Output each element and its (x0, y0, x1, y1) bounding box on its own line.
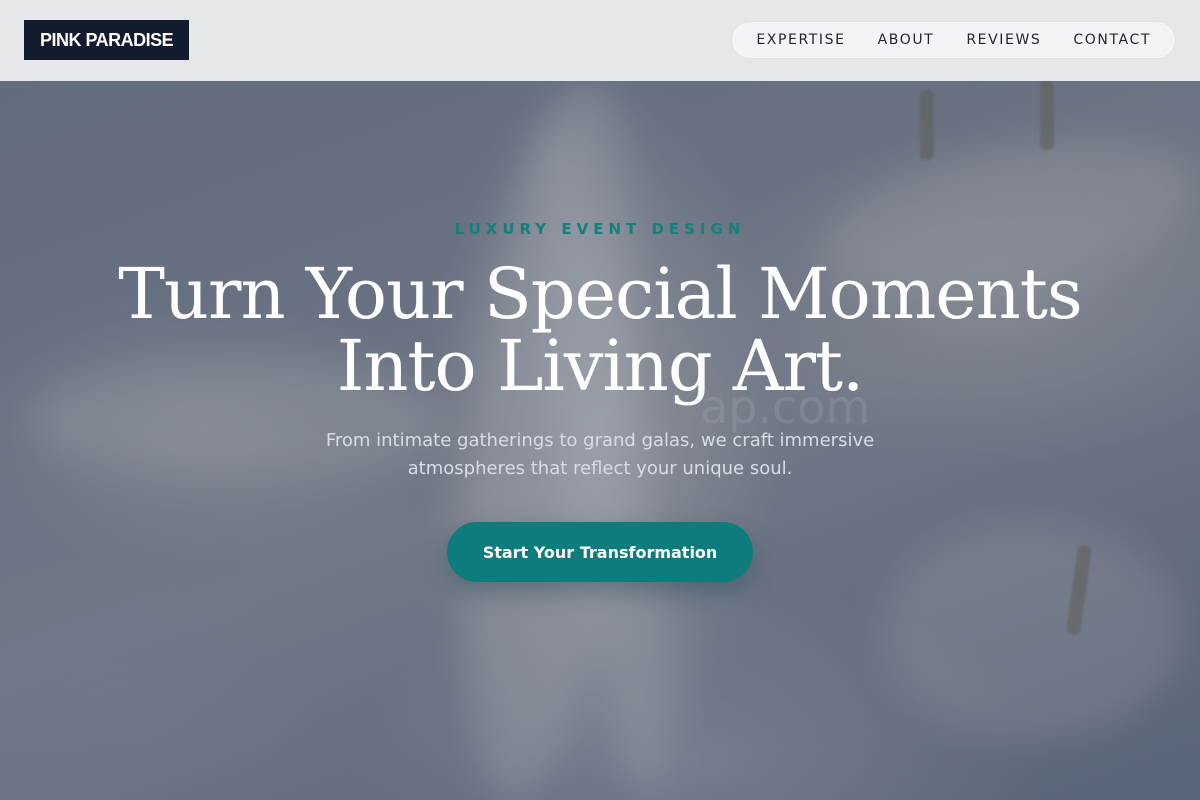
hero-section: LUXURY EVENT DESIGN Turn Your Special Mo… (0, 0, 1200, 800)
hero-eyebrow: LUXURY EVENT DESIGN (454, 220, 746, 238)
watermark-text: ap.com (700, 380, 871, 434)
hero-subtitle-line-1: From intimate gatherings to grand galas,… (325, 430, 875, 451)
hero-headline-line-1: Turn Your Special Moments (118, 253, 1083, 335)
start-transformation-button[interactable]: Start Your Transformation (447, 522, 753, 582)
hero-subtitle-line-2: atmospheres that reflect your unique sou… (407, 458, 793, 479)
hero-subtitle: From intimate gatherings to grand galas,… (300, 427, 900, 483)
hero-headline: Turn Your Special Moments Into Living Ar… (100, 258, 1100, 402)
